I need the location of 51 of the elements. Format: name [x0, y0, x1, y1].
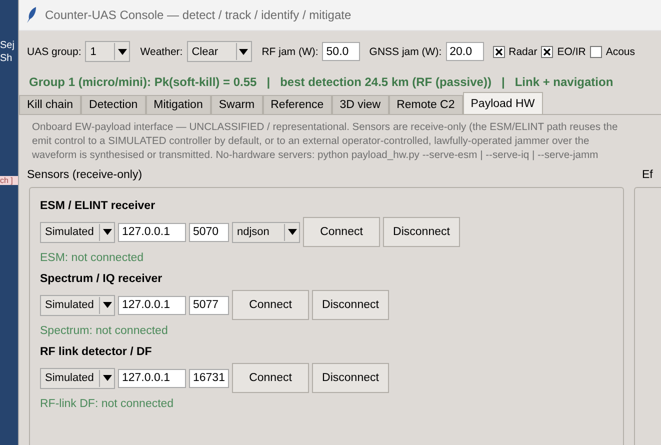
description-text: Onboard EW-payload interface — UNCLASSIFIED / representational. Sensors are receive-only (the ESM/ELINT path reuses the	[31, 121, 619, 135]
disconnect-button[interactable]: Disconnect	[383, 217, 460, 247]
panel-title: Ef	[641, 169, 654, 183]
checkbox-label: Acous	[606, 46, 636, 58]
status-text: Group 1 (micro/mini): Pk(soft-kill) = 0.55 | best detection 24.5 km (RF (passive)) | Link + navigation	[28, 74, 614, 91]
tab[interactable]: Detection	[81, 95, 146, 114]
gnss-jam-field[interactable]: 20.0	[446, 42, 484, 61]
tab[interactable]: Kill chain	[19, 95, 82, 114]
tab[interactable]: Mitigation	[146, 95, 211, 114]
mode-dropdown[interactable]: Simulated	[40, 222, 115, 242]
connect-button[interactable]: Connect	[232, 363, 309, 393]
port-field[interactable]: 16731	[189, 368, 229, 388]
tab[interactable]: 3D view	[332, 95, 389, 114]
connect-button[interactable]: Connect	[303, 217, 380, 247]
port-field[interactable]: 5070	[189, 222, 229, 242]
description-text: emit control to a SIMULATED controller by default, or to an external operator-controlled, lawfully-operated jammer over the	[31, 135, 590, 149]
field-label: UAS group:	[27, 46, 82, 58]
disconnect-button[interactable]: Disconnect	[312, 363, 389, 393]
receiver-title: RF link detector / DF	[40, 346, 153, 358]
rf-jam-field[interactable]: 50.0	[322, 42, 360, 61]
connection-status: ESM: not connected	[40, 252, 145, 264]
host-field[interactable]: 127.0.0.1	[118, 222, 186, 242]
weather-dropdown[interactable]: Clear	[186, 41, 252, 62]
description-text: waveform is synthesised or transmitted. No-hardware servers: python payload_hw.py --serve-esm | --serve-iq | --serve-jamm	[31, 149, 600, 163]
uas-group-dropdown[interactable]: 1	[85, 41, 130, 62]
desktop-text: Sh	[0, 53, 14, 64]
mode-dropdown[interactable]: Simulated	[40, 294, 115, 316]
port-field[interactable]: 5077	[189, 296, 229, 314]
tab[interactable]: Payload HW	[462, 92, 543, 114]
desktop-text: ch ]	[0, 176, 18, 185]
connect-button[interactable]: Connect	[232, 290, 309, 320]
connection-status: Spectrum: not connected	[40, 325, 169, 337]
mode-dropdown[interactable]: Simulated	[40, 368, 115, 388]
window-title: Counter-UAS Console — detect / track / identify / mitigate	[45, 8, 352, 22]
tab[interactable]: Remote C2	[388, 95, 463, 114]
connection-status: RF-link DF: not connected	[40, 398, 175, 410]
format-dropdown[interactable]: ndjson	[232, 222, 300, 242]
tab[interactable]: Reference	[262, 95, 332, 114]
field-label: GNSS jam (W):	[369, 46, 442, 58]
disconnect-button[interactable]: Disconnect	[312, 290, 389, 320]
host-field[interactable]: 127.0.0.1	[118, 296, 186, 314]
receiver-title: Spectrum / IQ receiver	[40, 273, 164, 285]
host-field[interactable]: 127.0.0.1	[118, 368, 186, 388]
field-label: Weather:	[140, 46, 183, 58]
panel-title: Sensors (receive-only)	[26, 169, 144, 183]
desktop-text: Sej	[0, 40, 16, 51]
field-label: RF jam (W):	[262, 46, 318, 58]
checkbox-label: Radar	[508, 46, 538, 58]
receiver-title: ESM / ELINT receiver	[40, 200, 156, 212]
tab[interactable]: Swarm	[210, 95, 263, 114]
checkbox-label: EO/IR	[557, 46, 586, 58]
